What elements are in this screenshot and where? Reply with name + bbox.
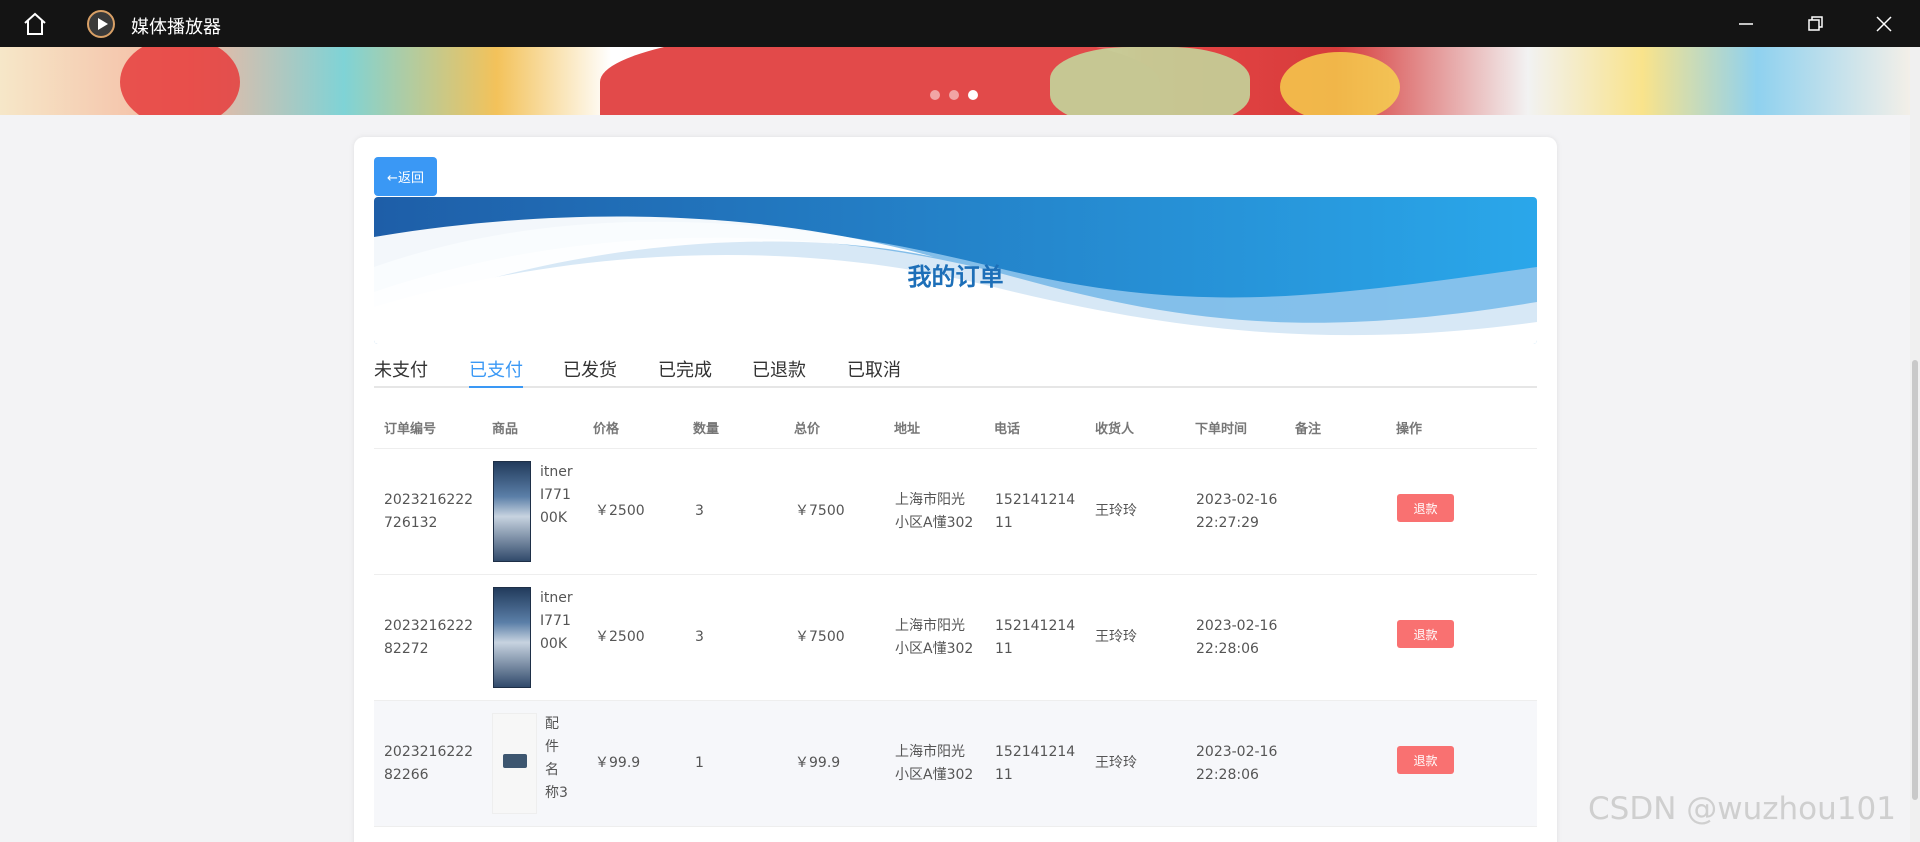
window-title: 媒体播放器 xyxy=(131,17,221,38)
banner-illustration xyxy=(120,47,240,115)
col-product: 商品 xyxy=(492,422,519,437)
col-receiver: 收货人 xyxy=(1095,422,1135,437)
product-name[interactable]: 配 件 名 称3 xyxy=(545,713,568,805)
receiver: 王玲玲 xyxy=(1095,503,1137,519)
total: ￥7500 xyxy=(795,503,845,519)
scrollbar-thumb[interactable] xyxy=(1912,360,1918,800)
carousel-dots xyxy=(930,87,987,105)
order-no: 2023216222 82272 xyxy=(384,618,474,657)
tab-unpaid[interactable]: 未支付 xyxy=(374,356,428,388)
col-order-no: 订单编号 xyxy=(384,422,437,437)
product-thumbnail[interactable] xyxy=(492,713,537,814)
total: ￥7500 xyxy=(795,629,845,645)
banner-illustration xyxy=(1050,47,1250,115)
col-action: 操作 xyxy=(1396,422,1423,437)
phone: 152141214 11 xyxy=(995,618,1076,657)
product-thumbnail[interactable] xyxy=(493,461,531,562)
refund-button[interactable]: 退款 xyxy=(1397,746,1454,774)
product-thumbnail[interactable] xyxy=(493,587,531,688)
address: 上海市阳光 小区A懂302 xyxy=(895,492,974,531)
quantity: 3 xyxy=(695,629,704,645)
tab-completed[interactable]: 已完成 xyxy=(658,356,712,388)
order-status-tabs: 未支付 已支付 已发货 已完成 已退款 已取消 xyxy=(374,356,1537,388)
col-qty: 数量 xyxy=(693,422,720,437)
table-row: 2023216222 726132 itner I771 00K ￥2500 3… xyxy=(374,449,1537,575)
tab-cancelled[interactable]: 已取消 xyxy=(847,356,901,388)
price: ￥2500 xyxy=(595,629,645,645)
col-note: 备注 xyxy=(1295,422,1322,437)
carousel-dot[interactable] xyxy=(930,90,940,100)
quantity: 3 xyxy=(695,503,704,519)
page-title: 我的订单 xyxy=(907,263,1004,291)
tab-shipped[interactable]: 已发货 xyxy=(563,356,617,388)
close-icon[interactable] xyxy=(1869,9,1899,39)
col-phone: 电话 xyxy=(994,422,1021,437)
phone: 152141214 11 xyxy=(995,744,1076,783)
banner-carousel[interactable] xyxy=(0,47,1910,115)
total: ￥99.9 xyxy=(795,755,841,771)
order-no: 2023216222 82266 xyxy=(384,744,474,783)
table-header: 订单编号 商品 价格 数量 总价 地址 电话 收货人 下单时间 备注 操作 xyxy=(374,405,1537,449)
col-address: 地址 xyxy=(894,422,921,437)
address: 上海市阳光 小区A懂302 xyxy=(895,618,974,657)
receiver: 王玲玲 xyxy=(1095,629,1137,645)
receiver: 王玲玲 xyxy=(1095,755,1137,771)
price: ￥2500 xyxy=(595,503,645,519)
order-time: 2023-02-16 22:28:06 xyxy=(1196,744,1278,783)
order-time: 2023-02-16 22:27:29 xyxy=(1196,492,1278,531)
price: ￥99.9 xyxy=(595,755,641,771)
order-time: 2023-02-16 22:28:06 xyxy=(1196,618,1278,657)
minimize-icon[interactable] xyxy=(1731,9,1761,39)
refund-button[interactable]: 退款 xyxy=(1397,494,1454,522)
restore-icon[interactable] xyxy=(1800,9,1830,39)
media-player-app-icon xyxy=(87,10,115,38)
banner-illustration xyxy=(1280,52,1400,115)
order-no: 2023216222 726132 xyxy=(384,492,474,531)
col-price: 价格 xyxy=(593,422,620,437)
carousel-dot-active[interactable] xyxy=(968,90,978,100)
watermark: CSDN @wuzhou101 xyxy=(1588,791,1896,827)
table-row: 2023216222 82266 配 件 名 称3 ￥99.9 1 ￥99.9 … xyxy=(374,701,1537,827)
col-time: 下单时间 xyxy=(1195,422,1248,437)
back-button[interactable]: ←返回 xyxy=(374,157,437,196)
product-name[interactable]: itner I771 00K xyxy=(540,461,573,530)
refund-button[interactable]: 退款 xyxy=(1397,620,1454,648)
product-name[interactable]: itner I771 00K xyxy=(540,587,573,656)
table-row: 2023216222 82272 itner I771 00K ￥2500 3 … xyxy=(374,575,1537,701)
phone: 152141214 11 xyxy=(995,492,1076,531)
orders-hero-banner: 我的订单 xyxy=(374,197,1537,344)
title-bar: 媒体播放器 xyxy=(0,0,1920,47)
tab-refunded[interactable]: 已退款 xyxy=(752,356,806,388)
col-total: 总价 xyxy=(794,422,821,437)
home-icon[interactable] xyxy=(22,11,48,37)
address: 上海市阳光 小区A懂302 xyxy=(895,744,974,783)
carousel-dot[interactable] xyxy=(949,90,959,100)
tab-paid[interactable]: 已支付 xyxy=(469,356,523,388)
quantity: 1 xyxy=(695,755,704,771)
